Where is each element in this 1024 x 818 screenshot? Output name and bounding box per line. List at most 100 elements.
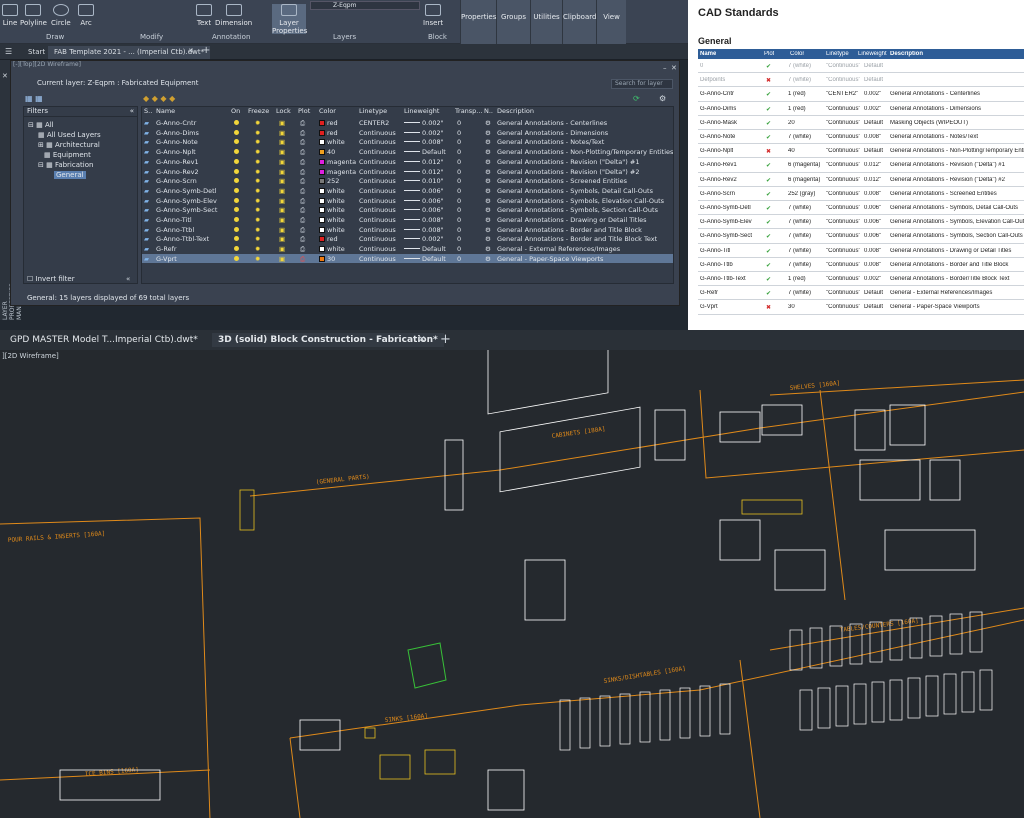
layer-linetype-cell[interactable]: CENTER2 [359,119,389,127]
layer-freeze-toggle[interactable]: ✹ [255,245,260,253]
layer-transparency-cell[interactable]: 0 [457,177,461,185]
layer-newvp-cell[interactable]: ⚙ [485,226,491,234]
layer-lineweight-cell[interactable]: 0.008" [404,216,444,224]
layer-on-toggle[interactable] [234,138,239,146]
layer-newvp-cell[interactable]: ⚙ [485,119,491,127]
col-new-vp[interactable]: N.. [484,107,493,117]
annotation-panel-label[interactable]: Annotation [212,33,250,41]
col-status[interactable]: S.. [144,107,152,117]
layer-row[interactable]: ▰ G-Anno-Symb-Elev ✹ ▣ ⎙ white Continuous 0.006… [142,196,673,206]
layer-lineweight-cell[interactable]: 0.002" [404,235,444,243]
layer-plot-toggle[interactable]: ⎙ [300,168,305,177]
tab-fab-template[interactable]: FAB Template 2021 - ... (Imperial Ctb).d… [48,46,211,59]
layer-on-toggle[interactable] [234,206,239,214]
layers-panel-label[interactable]: Layers [333,33,356,41]
layer-color-cell[interactable]: white [319,206,345,214]
collapse-icon[interactable]: « [126,275,130,283]
layer-freeze-toggle[interactable]: ✹ [255,187,260,195]
layer-row[interactable]: ▰ G-Anno-Note ✹ ▣ ⎙ white Continuous 0.008" 0 ⚙ Ge… [142,137,673,147]
layer-description-cell[interactable]: General Annotations - Symbols, Elevation… [497,197,664,205]
layer-transparency-cell[interactable]: 0 [457,235,461,243]
layer-properties-button[interactable]: Layer Properties [272,4,307,35]
layer-transparency-cell[interactable]: 0 [457,168,461,176]
layer-linetype-cell[interactable]: Continuous [359,235,396,243]
layer-newvp-cell[interactable]: ⚙ [485,177,491,185]
minimize-icon[interactable]: – [663,64,667,72]
layer-lineweight-cell[interactable]: 0.006" [404,187,444,195]
layer-lock-toggle[interactable]: ▣ [279,255,285,263]
tab-gpd-master[interactable]: GPD MASTER Model T...Imperial Ctb).dwt* [4,333,204,347]
layer-linetype-cell[interactable]: Continuous [359,226,396,234]
layer-name-cell[interactable]: G-Anno-Cntr [156,119,196,127]
layer-lock-toggle[interactable]: ▣ [279,197,285,205]
layer-name-cell[interactable]: G-Anno-Rev1 [156,158,199,166]
line-tool-button[interactable]: Line [2,4,18,27]
layer-on-toggle[interactable] [234,129,239,137]
layer-name-cell[interactable]: G-Anno-Titl [156,216,192,224]
layer-plot-toggle[interactable]: ⎙ [300,206,305,215]
layer-color-cell[interactable]: red [319,235,338,243]
layer-color-cell[interactable]: 30 [319,255,335,263]
layer-combo[interactable]: Z-Eqpm [310,1,420,10]
tab-start[interactable]: Start [22,46,51,59]
layer-linetype-cell[interactable]: Continuous [359,206,396,214]
layer-linetype-cell[interactable]: Continuous [359,245,396,253]
col-on[interactable]: On [231,107,240,117]
layer-row[interactable]: ▰ G-Anno-Dims ✹ ▣ ⎙ red Continuous 0.002" 0 ⚙ Gene… [142,128,673,138]
layer-description-cell[interactable]: General Annotations - Revision ("Delta")… [497,158,639,166]
layer-on-toggle[interactable] [234,168,239,176]
layer-color-cell[interactable]: white [319,197,345,205]
text-tool-button[interactable]: Text [196,4,212,27]
col-description[interactable]: Description [497,107,534,117]
layer-newvp-cell[interactable]: ⚙ [485,158,491,166]
layer-color-cell[interactable]: red [319,129,338,137]
close-tab-icon[interactable]: ✕ [188,47,194,55]
layer-lock-toggle[interactable]: ▣ [279,206,285,214]
layer-linetype-cell[interactable]: Continuous [359,197,396,205]
layer-transparency-cell[interactable]: 0 [457,129,461,137]
col-lock[interactable]: Lock [276,107,291,117]
layer-lineweight-cell[interactable]: 0.002" [404,129,444,137]
layer-name-cell[interactable]: G-Anno-Symb-Detl [156,187,217,195]
layer-lock-toggle[interactable]: ▣ [279,235,285,243]
layer-color-cell[interactable]: magenta [319,168,356,176]
invert-filter-checkbox[interactable]: ☐ Invert filter [27,275,75,283]
new-layer-icon[interactable]: ◆ ◆ ◆ ◆ [143,94,175,103]
close-icon[interactable]: ✕ [671,64,677,72]
layer-row[interactable]: ▰ G-Anno-Rev2 ✹ ▣ ⎙ magenta Continuous 0.012" 0 ⚙… [142,167,673,177]
layer-name-cell[interactable]: G-Anno-Ttbl-Text [156,235,209,243]
layer-color-cell[interactable]: white [319,138,345,146]
layer-linetype-cell[interactable]: Continuous [359,148,396,156]
filter-fabrication[interactable]: ⊟ ▦ Fabrication [38,161,93,169]
layer-freeze-toggle[interactable]: ✹ [255,138,260,146]
layer-lock-toggle[interactable]: ▣ [279,168,285,176]
layer-freeze-toggle[interactable]: ✹ [255,119,260,127]
layer-newvp-cell[interactable]: ⚙ [485,206,491,214]
refresh-icon[interactable]: ⟳ [633,94,640,103]
layer-freeze-toggle[interactable]: ✹ [255,216,260,224]
layer-plot-toggle[interactable]: ⎙ [300,119,305,128]
new-tab-icon[interactable]: + [202,45,210,56]
layer-transparency-cell[interactable]: 0 [457,206,461,214]
properties-button[interactable]: Properties [460,0,496,44]
layer-color-cell[interactable]: 252 [319,177,339,185]
layer-plot-toggle[interactable]: ⎙ [300,216,305,225]
layer-transparency-cell[interactable]: 0 [457,138,461,146]
layer-description-cell[interactable]: General Annotations - Screened Entities [497,177,627,185]
layer-color-cell[interactable]: white [319,226,345,234]
insert-tool-button[interactable]: Insert [423,4,443,27]
layer-lock-toggle[interactable]: ▣ [279,148,285,156]
menu-icon[interactable]: ☰ [5,47,12,56]
layer-newvp-cell[interactable]: ⚙ [485,255,491,263]
layer-name-cell[interactable]: G-Anno-Dims [156,129,199,137]
layer-name-cell[interactable]: G-Anno-Symb-Sect [156,206,217,214]
layer-freeze-toggle[interactable]: ✹ [255,158,260,166]
layer-newvp-cell[interactable]: ⚙ [485,187,491,195]
layer-name-cell[interactable]: G-Anno-Note [156,138,198,146]
layer-newvp-cell[interactable]: ⚙ [485,235,491,243]
col-lineweight[interactable]: Lineweight [404,107,439,117]
layer-on-toggle[interactable] [234,197,239,205]
layer-linetype-cell[interactable]: Continuous [359,138,396,146]
arc-tool-button[interactable]: Arc [78,4,94,27]
layer-freeze-toggle[interactable]: ✹ [255,226,260,234]
